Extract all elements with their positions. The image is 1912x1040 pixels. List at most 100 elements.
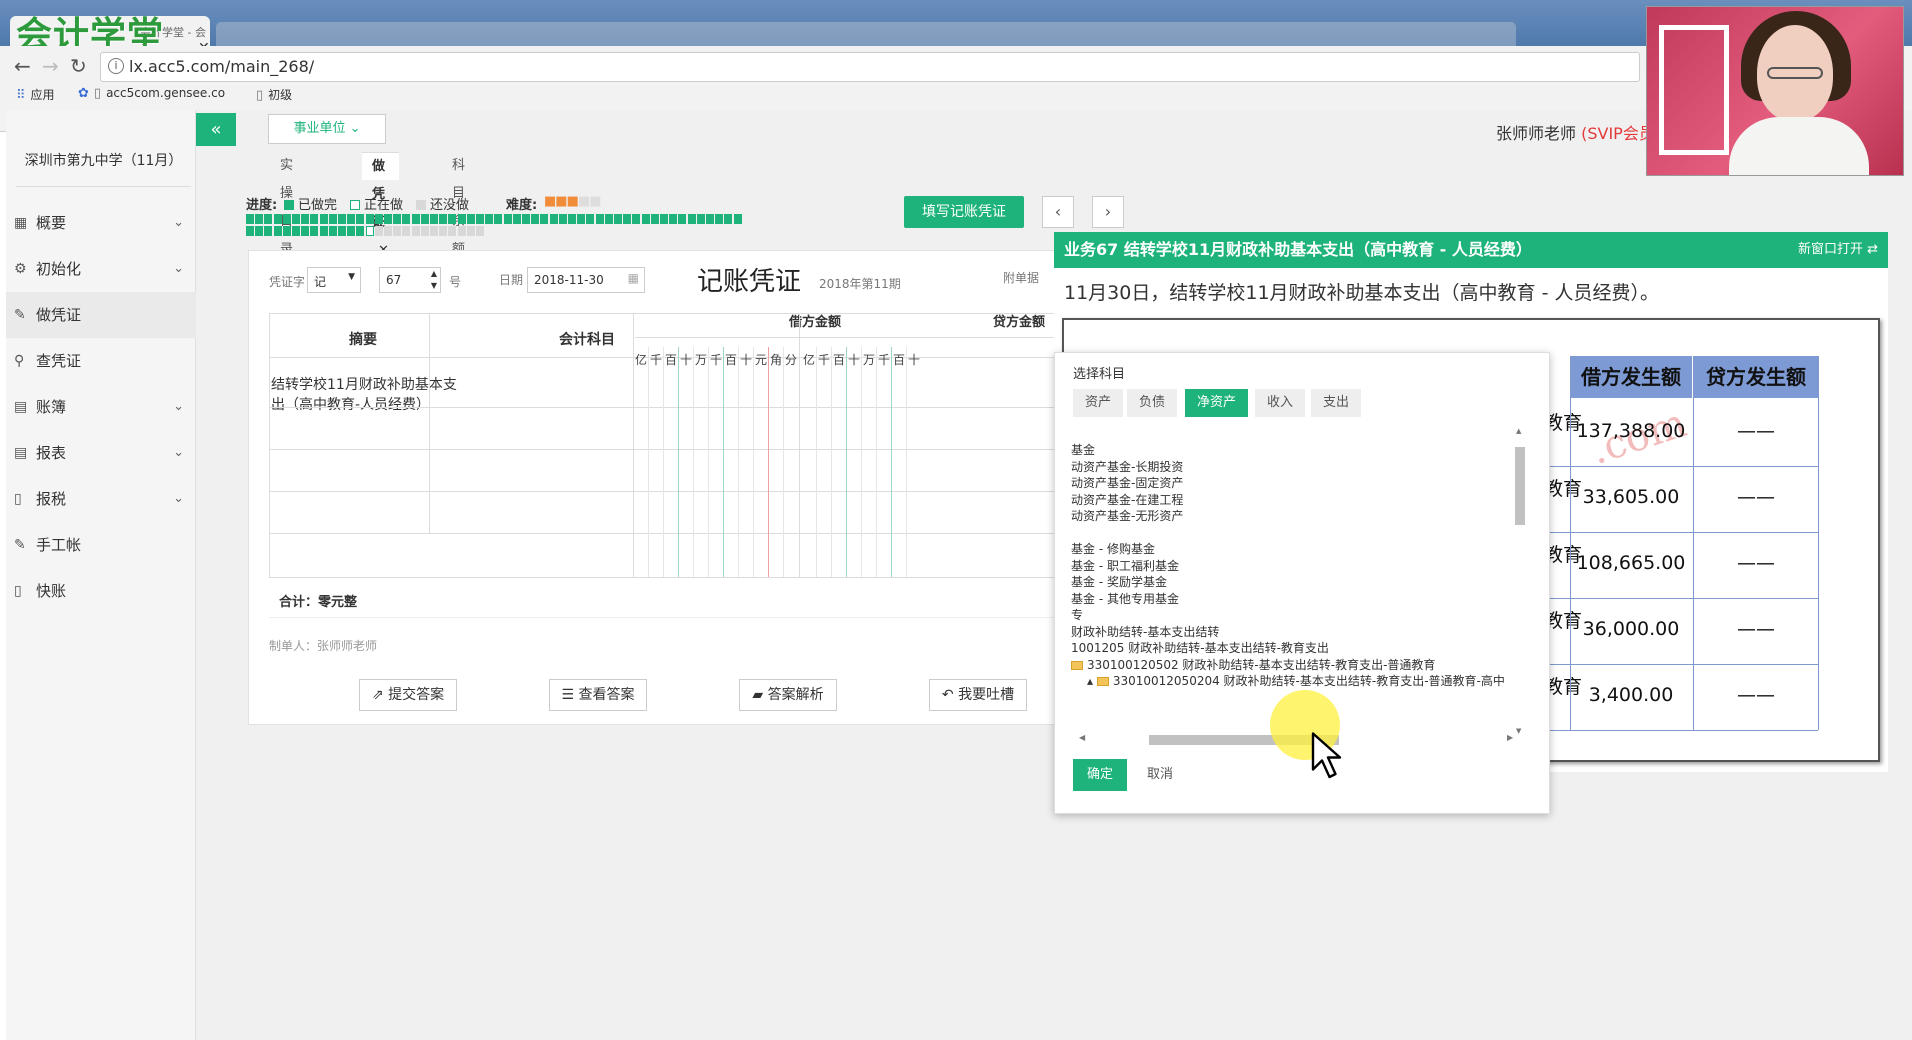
dialog-tab-0[interactable]: 资产 <box>1073 389 1124 417</box>
progress-segment[interactable] <box>595 214 604 224</box>
progress-segment[interactable] <box>374 226 383 236</box>
progress-segment[interactable] <box>328 214 337 224</box>
progress-segment[interactable] <box>439 214 448 224</box>
submit-answer-button[interactable]: ⇗ 提交答案 <box>359 679 457 711</box>
tab-account-balance[interactable]: 科目余额表✕ <box>442 152 479 313</box>
tree-item[interactable]: 基金 - 修购基金 <box>1071 540 1155 557</box>
voucher-number-stepper[interactable]: 67 ▲ ▼ <box>379 267 441 293</box>
dialog-tab-1[interactable]: 负债 <box>1127 389 1178 417</box>
vertical-scrollbar[interactable]: ▲ ▼ <box>1513 427 1527 747</box>
back-icon[interactable]: ← <box>14 54 31 78</box>
progress-segment[interactable] <box>255 226 264 236</box>
progress-segment[interactable] <box>420 214 429 224</box>
progress-segment[interactable] <box>512 214 521 224</box>
progress-segment[interactable] <box>273 214 282 224</box>
scroll-thumb[interactable] <box>1515 447 1525 525</box>
progress-segment[interactable] <box>476 214 484 224</box>
progress-segment[interactable] <box>365 226 374 236</box>
answer-analysis-button[interactable]: ▰ 答案解析 <box>739 679 837 711</box>
progress-segment[interactable] <box>494 214 503 224</box>
tab-make-voucher[interactable]: 做凭证✕ <box>362 152 399 258</box>
progress-segment[interactable] <box>485 214 494 224</box>
progress-segment[interactable] <box>457 214 466 224</box>
sidebar-item-6[interactable]: ▯ 报税 ⌄ <box>6 476 196 522</box>
progress-segment[interactable] <box>402 214 411 224</box>
sidebar-item-4[interactable]: ▤ 账簿 ⌄ <box>6 384 196 430</box>
progress-segment[interactable] <box>558 214 567 224</box>
progress-segment[interactable] <box>292 214 300 224</box>
bookmark-chuji[interactable]: ▯ 初级 <box>256 86 292 103</box>
progress-segment[interactable] <box>282 226 291 236</box>
tree-item[interactable]: 动资产基金-在建工程 <box>1071 491 1183 508</box>
expand-toggle-icon[interactable]: ▴ <box>1087 674 1097 688</box>
progress-segment[interactable] <box>457 226 466 236</box>
confirm-button[interactable]: 确定 <box>1073 759 1127 791</box>
sidebar-item-5[interactable]: ▤ 报表 ⌄ <box>6 430 196 476</box>
progress-segment[interactable] <box>687 214 696 224</box>
progress-segment[interactable] <box>384 226 392 236</box>
progress-segment[interactable] <box>347 214 356 224</box>
stepper-icon[interactable]: ▲ ▼ <box>431 268 437 292</box>
scroll-left-icon[interactable]: ◀ <box>1079 733 1085 742</box>
dialog-tab-3[interactable]: 收入 <box>1255 389 1306 417</box>
unit-dropdown[interactable]: 事业单位 ⌄ <box>268 114 386 144</box>
progress-segment[interactable] <box>264 226 273 236</box>
progress-segment[interactable] <box>531 214 540 224</box>
progress-segment[interactable] <box>310 226 319 236</box>
bookmark-gensee[interactable]: ✿ ▯ acc5com.gensee.co <box>78 86 225 101</box>
sidebar-item-1[interactable]: ⚙ 初始化 ⌄ <box>6 246 196 292</box>
next-button[interactable]: › <box>1092 196 1124 228</box>
tree-item[interactable]: 基金 <box>1071 441 1095 458</box>
tree-item[interactable]: 基金 - 奖励学基金 <box>1071 573 1167 590</box>
row1-summary[interactable]: 结转学校11月财政补助基本支出（高中教育-人员经费） <box>271 375 461 415</box>
progress-segment[interactable] <box>374 214 383 224</box>
progress-segment[interactable] <box>411 226 420 236</box>
progress-segment[interactable] <box>301 214 310 224</box>
progress-segment[interactable] <box>301 226 310 236</box>
sidebar-item-0[interactable]: ▦ 概要 ⌄ <box>6 200 196 246</box>
collapse-sidebar-button[interactable]: « <box>196 113 236 146</box>
chevron-down-icon[interactable]: ⌄ <box>173 476 184 522</box>
tree-item[interactable]: 动资产基金-无形资产 <box>1071 507 1183 524</box>
forward-icon[interactable]: → <box>42 54 59 78</box>
cancel-button[interactable]: 取消 <box>1133 759 1187 791</box>
progress-segment[interactable] <box>724 214 733 224</box>
progress-segment[interactable] <box>669 214 678 224</box>
sidebar-item-8[interactable]: ▯ 快账 <box>6 568 196 614</box>
new-window-link[interactable]: 新窗口打开 ⇄ <box>1798 232 1878 268</box>
progress-segment[interactable] <box>430 226 438 236</box>
progress-segment[interactable] <box>577 214 586 224</box>
progress-segment[interactable] <box>420 226 429 236</box>
progress-segment[interactable] <box>641 214 650 224</box>
progress-segment[interactable] <box>522 214 530 224</box>
scroll-up-icon[interactable]: ▲ <box>1516 427 1521 435</box>
chevron-down-icon[interactable]: ⌄ <box>173 200 184 246</box>
sidebar-item-7[interactable]: ✎ 手工帐 <box>6 522 196 568</box>
tree-item[interactable]: 财政补助结转-基本支出结转 <box>1071 623 1219 640</box>
progress-segment[interactable] <box>733 214 742 224</box>
progress-segment[interactable] <box>393 214 402 224</box>
progress-segment[interactable] <box>430 214 438 224</box>
scroll-right-icon[interactable]: ▶ <box>1507 733 1513 742</box>
progress-segment[interactable] <box>568 214 576 224</box>
progress-segment[interactable] <box>310 214 319 224</box>
progress-segment[interactable] <box>282 214 291 224</box>
progress-segment[interactable] <box>264 214 273 224</box>
url-bar[interactable]: i lx.acc5.com/main_268/ <box>100 52 1640 82</box>
progress-segment[interactable] <box>623 214 632 224</box>
sidebar-item-2[interactable]: ✎ 做凭证 <box>6 292 196 338</box>
progress-segment[interactable] <box>365 214 374 224</box>
dialog-tab-4[interactable]: 支出 <box>1311 389 1362 417</box>
tree-item[interactable]: 动资产基金-固定资产 <box>1071 474 1183 491</box>
progress-segment[interactable] <box>246 226 254 236</box>
tree-item[interactable]: 基金 - 职工福利基金 <box>1071 557 1179 574</box>
progress-segment[interactable] <box>384 214 392 224</box>
tree-item[interactable]: ▴ 33010012050204 财政补助结转-基本支出结转-教育支出-普通教育… <box>1087 672 1505 689</box>
progress-segment[interactable] <box>319 214 328 224</box>
prev-button[interactable]: ‹ <box>1042 196 1074 228</box>
progress-segment[interactable] <box>678 214 687 224</box>
feedback-button[interactable]: ↶ 我要吐槽 <box>929 679 1027 711</box>
progress-segment[interactable] <box>273 226 282 236</box>
progress-segment[interactable] <box>549 214 558 224</box>
progress-segment[interactable] <box>338 226 346 236</box>
